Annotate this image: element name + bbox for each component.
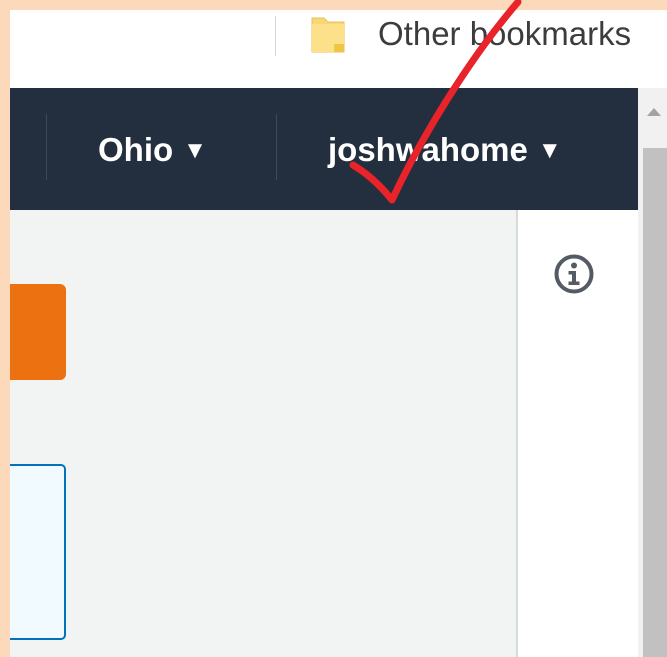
account-label: joshwahome [328,131,528,168]
region-label: Ohio [98,131,174,168]
browser-window: Other bookmarks Ohio ▼ joshwahome ▼ [10,10,667,657]
nav-divider [276,114,277,180]
scroll-up-arrow-icon[interactable] [647,108,661,116]
chevron-down-icon: ▼ [537,137,562,164]
chevron-down-icon: ▼ [183,137,207,164]
selected-card[interactable] [10,464,66,640]
main-content [10,210,518,657]
account-menu[interactable]: joshwahome ▼ [328,128,562,173]
region-selector[interactable]: Ohio ▼ [98,128,207,173]
aws-top-nav: Ohio ▼ joshwahome ▼ [10,88,638,210]
primary-action-button[interactable] [10,284,66,380]
folder-icon[interactable] [310,14,346,54]
bookmarks-bar: Other bookmarks [10,10,667,88]
scroll-thumb[interactable] [643,148,667,657]
bookmarks-divider [275,16,276,56]
vertical-scrollbar[interactable] [638,88,667,657]
info-icon[interactable] [553,253,595,295]
nav-divider [46,114,47,180]
other-bookmarks-link[interactable]: Other bookmarks [378,12,631,56]
